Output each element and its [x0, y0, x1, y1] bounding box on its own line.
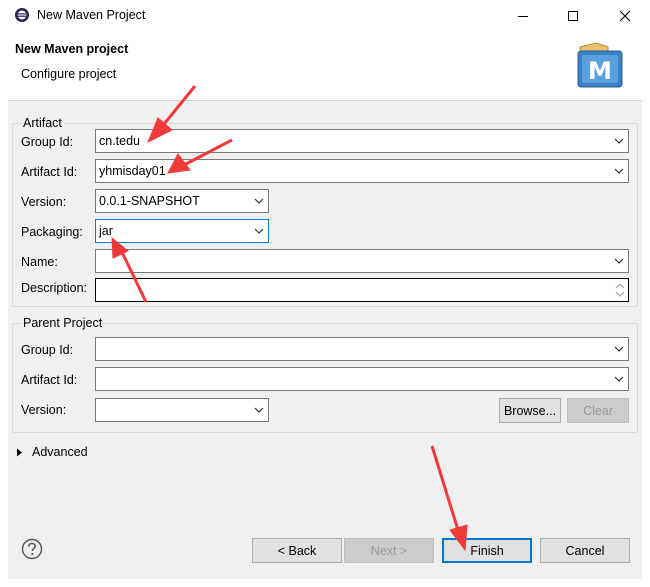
chevron-down-icon[interactable] — [614, 258, 624, 265]
version-value: 0.0.1-SNAPSHOT — [99, 194, 200, 208]
packaging-select[interactable]: jar — [95, 219, 269, 243]
maven-logo-icon: M — [577, 42, 623, 88]
expand-triangle-icon — [17, 448, 22, 456]
scroll-arrows-icon[interactable] — [614, 280, 626, 300]
cancel-button[interactable]: Cancel — [540, 538, 630, 563]
chevron-down-icon[interactable] — [254, 228, 264, 235]
wizard-header: New Maven project Configure project M — [8, 31, 642, 101]
chevron-down-icon[interactable] — [614, 138, 624, 145]
parent-group-id-field[interactable] — [95, 337, 629, 361]
parent-group-id-label: Group Id: — [21, 343, 74, 357]
maximize-icon — [568, 10, 578, 21]
chevron-down-icon[interactable] — [614, 376, 624, 383]
packaging-label: Packaging: — [21, 225, 83, 239]
window-title: New Maven Project — [37, 8, 146, 22]
minimize-icon — [518, 15, 528, 17]
wizard-content: Artifact Group Id: cn.tedu Artifact Id: … — [8, 101, 642, 579]
packaging-value: jar — [99, 224, 113, 238]
wizard-title: New Maven project — [15, 42, 129, 56]
advanced-label: Advanced — [32, 445, 88, 459]
parent-artifact-id-label: Artifact Id: — [21, 373, 78, 387]
artifact-id-value: yhmisday01 — [99, 164, 166, 178]
group-id-label: Group Id: — [21, 135, 74, 149]
minimize-button[interactable] — [500, 0, 546, 31]
parent-version-label: Version: — [21, 403, 67, 417]
help-icon[interactable] — [21, 538, 43, 560]
chevron-down-icon[interactable] — [614, 168, 624, 175]
window-titlebar: New Maven Project — [0, 0, 650, 31]
wizard-subtitle: Configure project — [21, 67, 117, 81]
clear-button[interactable]: Clear — [567, 398, 629, 423]
chevron-down-icon[interactable] — [614, 346, 624, 353]
close-button[interactable] — [602, 0, 648, 31]
name-label: Name: — [21, 255, 58, 269]
group-id-field[interactable]: cn.tedu — [95, 129, 629, 153]
maximize-button[interactable] — [550, 0, 596, 31]
close-icon — [619, 10, 631, 21]
parent-version-select[interactable] — [95, 398, 269, 422]
version-select[interactable]: 0.0.1-SNAPSHOT — [95, 189, 269, 213]
chevron-down-icon[interactable] — [254, 407, 264, 414]
browse-button[interactable]: Browse... — [499, 398, 561, 423]
back-button[interactable]: < Back — [252, 538, 342, 563]
next-button[interactable]: Next > — [344, 538, 434, 563]
artifact-id-label: Artifact Id: — [21, 165, 78, 179]
chevron-down-icon[interactable] — [254, 198, 264, 205]
finish-button[interactable]: Finish — [442, 538, 532, 563]
eclipse-icon — [15, 8, 29, 22]
artifact-id-field[interactable]: yhmisday01 — [95, 159, 629, 183]
description-field[interactable] — [95, 278, 629, 302]
name-field[interactable] — [95, 249, 629, 273]
parent-artifact-id-field[interactable] — [95, 367, 629, 391]
parent-project-legend: Parent Project — [21, 316, 105, 330]
artifact-legend: Artifact — [21, 116, 64, 130]
description-label: Description: — [21, 281, 87, 295]
group-id-value: cn.tedu — [99, 134, 141, 148]
advanced-toggle[interactable]: Advanced — [16, 445, 88, 459]
svg-text:M: M — [588, 57, 612, 85]
version-label: Version: — [21, 195, 67, 209]
